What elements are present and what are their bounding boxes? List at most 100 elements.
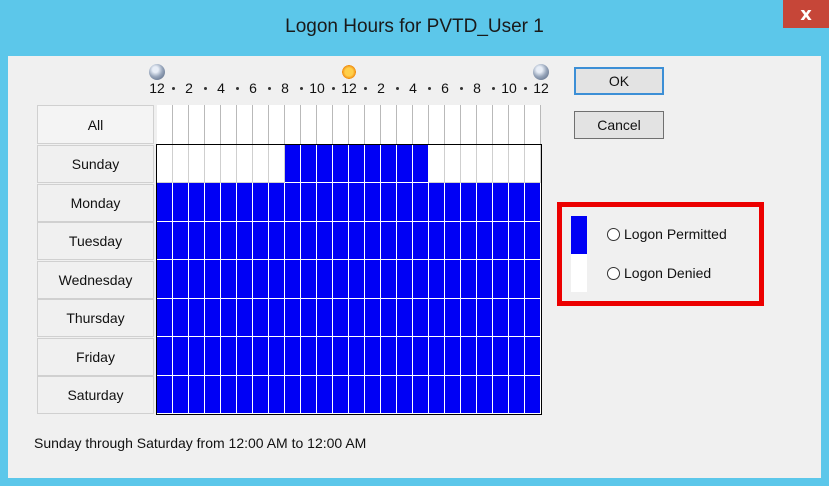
hour-cell-permitted[interactable] — [445, 183, 461, 222]
hour-header-cell[interactable] — [301, 105, 317, 144]
hour-cell-permitted[interactable] — [397, 337, 413, 376]
hour-cell-permitted[interactable] — [509, 221, 525, 261]
hour-cell-permitted[interactable] — [173, 260, 189, 299]
hour-cell-permitted[interactable] — [205, 337, 221, 376]
hour-cell-permitted[interactable] — [461, 337, 477, 376]
hour-cell-permitted[interactable] — [429, 337, 445, 376]
hour-cell-permitted[interactable] — [237, 375, 253, 414]
hour-cell-permitted[interactable] — [365, 375, 381, 414]
hour-cell-permitted[interactable] — [285, 221, 301, 261]
hour-cell-permitted[interactable] — [269, 337, 285, 376]
hour-cell-denied[interactable] — [253, 145, 269, 184]
hour-header-cell[interactable] — [525, 105, 541, 144]
hour-cell-permitted[interactable] — [253, 221, 269, 261]
hour-cell-permitted[interactable] — [269, 183, 285, 222]
hour-header-cell[interactable] — [317, 105, 333, 144]
hour-cell-permitted[interactable] — [525, 183, 541, 222]
hour-cell-permitted[interactable] — [317, 145, 333, 184]
hour-cell-permitted[interactable] — [525, 337, 541, 376]
hour-cell-permitted[interactable] — [333, 221, 349, 261]
hour-cell-permitted[interactable] — [317, 260, 333, 299]
hour-header-cell[interactable] — [253, 105, 269, 144]
hour-cell-permitted[interactable] — [461, 375, 477, 414]
hour-cell-denied[interactable] — [269, 145, 285, 184]
hour-cell-denied[interactable] — [525, 145, 541, 184]
hour-cell-permitted[interactable] — [493, 375, 509, 414]
hour-cell-permitted[interactable] — [269, 298, 285, 338]
hour-cell-permitted[interactable] — [365, 298, 381, 338]
day-label-thursday[interactable]: Thursday — [37, 299, 154, 337]
hour-cell-permitted[interactable] — [493, 183, 509, 222]
hour-cell-denied[interactable] — [221, 145, 237, 184]
hour-cell-permitted[interactable] — [509, 298, 525, 338]
hour-header-cell[interactable] — [285, 105, 301, 144]
hour-cell-permitted[interactable] — [445, 260, 461, 299]
hour-cell-permitted[interactable] — [157, 375, 173, 414]
hour-cell-permitted[interactable] — [381, 337, 397, 376]
hour-cell-permitted[interactable] — [301, 298, 317, 338]
hour-cell-permitted[interactable] — [237, 221, 253, 261]
hour-cell-permitted[interactable] — [349, 260, 365, 299]
hour-cell-permitted[interactable] — [269, 221, 285, 261]
hour-cell-permitted[interactable] — [397, 221, 413, 261]
hour-cell-permitted[interactable] — [237, 260, 253, 299]
hour-cell-permitted[interactable] — [253, 375, 269, 414]
hour-cell-denied[interactable] — [205, 145, 221, 184]
hour-cell-permitted[interactable] — [397, 145, 413, 184]
hour-cell-denied[interactable] — [157, 145, 173, 184]
hour-header-cell[interactable] — [429, 105, 445, 144]
hour-cell-permitted[interactable] — [205, 375, 221, 414]
hour-cell-permitted[interactable] — [349, 298, 365, 338]
hour-header-cell[interactable] — [509, 105, 525, 144]
hour-cell-permitted[interactable] — [221, 221, 237, 261]
hour-cell-denied[interactable] — [493, 145, 509, 184]
hour-cell-permitted[interactable] — [253, 298, 269, 338]
hour-header-row[interactable] — [157, 105, 541, 144]
cancel-button[interactable]: Cancel — [574, 111, 664, 139]
hour-cell-permitted[interactable] — [429, 375, 445, 414]
hour-header-cell[interactable] — [333, 105, 349, 144]
hour-cell-permitted[interactable] — [413, 145, 429, 184]
hour-cell-permitted[interactable] — [477, 337, 493, 376]
hour-cell-permitted[interactable] — [301, 145, 317, 184]
hour-cell-permitted[interactable] — [333, 260, 349, 299]
day-label-tuesday[interactable]: Tuesday — [37, 222, 154, 260]
hour-cell-permitted[interactable] — [333, 298, 349, 338]
hour-header-cell[interactable] — [205, 105, 221, 144]
hour-cell-permitted[interactable] — [269, 375, 285, 414]
hour-cell-permitted[interactable] — [525, 260, 541, 299]
hour-cell-permitted[interactable] — [221, 260, 237, 299]
hour-cell-permitted[interactable] — [349, 375, 365, 414]
hour-cell-permitted[interactable] — [253, 260, 269, 299]
hour-cell-permitted[interactable] — [205, 183, 221, 222]
hour-cell-permitted[interactable] — [157, 221, 173, 261]
hour-cell-permitted[interactable] — [349, 145, 365, 184]
hour-cell-permitted[interactable] — [301, 183, 317, 222]
hour-cell-permitted[interactable] — [157, 298, 173, 338]
logon-permitted-option[interactable]: Logon Permitted — [607, 226, 727, 242]
hour-cell-permitted[interactable] — [189, 298, 205, 338]
hour-cell-permitted[interactable] — [285, 183, 301, 222]
hour-cell-permitted[interactable] — [285, 298, 301, 338]
hour-cell-permitted[interactable] — [397, 183, 413, 222]
hour-cell-permitted[interactable] — [189, 337, 205, 376]
hour-cell-permitted[interactable] — [173, 298, 189, 338]
hour-cell-permitted[interactable] — [173, 337, 189, 376]
hour-cell-permitted[interactable] — [493, 298, 509, 338]
all-days-button[interactable]: All — [37, 105, 154, 144]
hour-cell-permitted[interactable] — [381, 221, 397, 261]
day-label-friday[interactable]: Friday — [37, 337, 154, 376]
hour-cell-permitted[interactable] — [413, 260, 429, 299]
hour-cell-permitted[interactable] — [365, 221, 381, 261]
hour-header-cell[interactable] — [189, 105, 205, 144]
hour-header-cell[interactable] — [461, 105, 477, 144]
hour-cell-permitted[interactable] — [317, 183, 333, 222]
hour-header-cell[interactable] — [269, 105, 285, 144]
hour-cell-permitted[interactable] — [317, 298, 333, 338]
hour-cell-permitted[interactable] — [445, 221, 461, 261]
hour-cell-permitted[interactable] — [317, 221, 333, 261]
hour-header-cell[interactable] — [413, 105, 429, 144]
hour-cell-permitted[interactable] — [381, 260, 397, 299]
hour-cell-denied[interactable] — [189, 145, 205, 184]
hour-cell-permitted[interactable] — [397, 298, 413, 338]
